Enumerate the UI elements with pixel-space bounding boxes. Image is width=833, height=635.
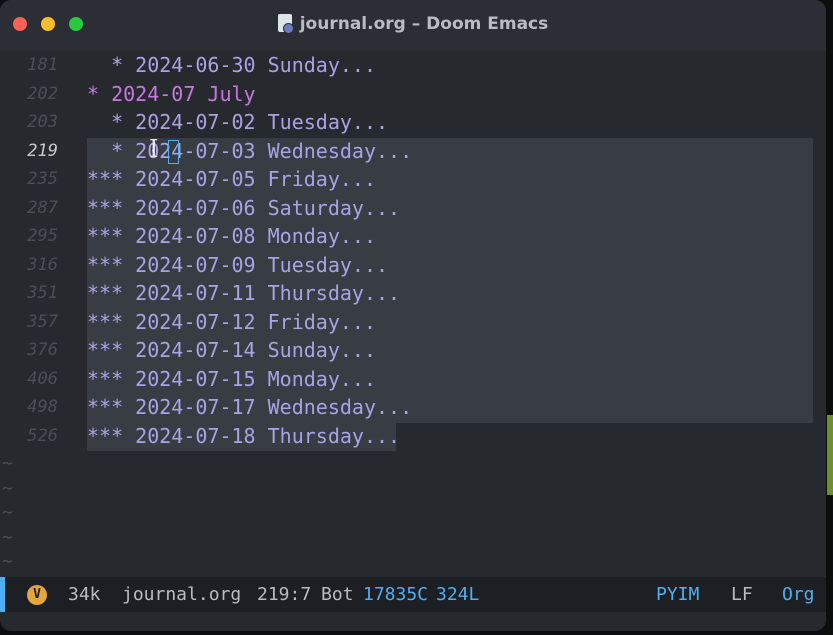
- heading-stars: ***: [87, 224, 124, 248]
- org-heading: *** 2024-07-06 Saturday...: [87, 194, 400, 222]
- mode-line-indicator: [0, 577, 5, 612]
- window-title-text: journal.org – Doom Emacs: [299, 14, 549, 34]
- heading-stars: ***: [87, 167, 124, 191]
- empty-line-tilde: ~: [2, 453, 13, 474]
- input-method[interactable]: PYIM: [656, 577, 699, 612]
- line-number: 376: [27, 340, 58, 360]
- buffer-line[interactable]: 219 * 2024-07-03 Wednesday...: [0, 137, 826, 165]
- org-heading: *** 2024-07-08 Monday...: [87, 222, 376, 250]
- desktop-edge: [826, 0, 833, 635]
- buffer-line[interactable]: 287 *** 2024-07-06 Saturday...: [0, 194, 826, 222]
- heading-text: 2024-07-02 Tuesday...: [123, 110, 389, 134]
- heading-text: 2024-07-05 Friday...: [123, 167, 376, 191]
- mouse-ibeam-icon: I: [149, 134, 159, 163]
- heading-stars: ***: [87, 366, 124, 391]
- org-heading: *** 2024-07-05 Friday...: [87, 165, 376, 193]
- evil-state-badge: V: [27, 585, 47, 605]
- buffer-line[interactable]: 351 *** 2024-07-11 Thursday...: [0, 279, 826, 307]
- org-heading: *** 2024-07-17 Wednesday...: [87, 393, 412, 421]
- empty-line-tilde: ~: [2, 526, 13, 548]
- heading-stars: ***: [87, 281, 124, 305]
- heading-text: 2024-07-14 Sunday...: [123, 338, 376, 362]
- heading-stars: ***: [87, 252, 124, 277]
- heading-stars: ***: [87, 195, 124, 220]
- buffer-line[interactable]: 316 *** 2024-07-09 Tuesday...: [0, 251, 826, 279]
- buffer-line[interactable]: 203 * 2024-07-02 Tuesday...: [0, 108, 826, 136]
- heading-stars: ***: [87, 395, 124, 419]
- line-number: 181: [27, 55, 58, 75]
- heading-stars: *: [87, 110, 124, 134]
- window-title: journal.org – Doom Emacs: [0, 14, 826, 34]
- buffer-line[interactable]: 202 * 2024-07 July: [0, 80, 826, 108]
- heading-stars: *: [87, 138, 124, 163]
- title-bar: journal.org – Doom Emacs: [0, 0, 826, 50]
- empty-line-tilde: ~: [2, 477, 13, 499]
- org-heading: * 2024-07-03 Wednesday...: [87, 137, 412, 165]
- org-heading: * 2024-07-02 Tuesday...: [87, 108, 388, 136]
- line-number: 498: [27, 397, 58, 417]
- line-number: 406: [27, 368, 58, 389]
- heading-stars: *: [87, 53, 124, 77]
- heading-text: 2024-07-15 Monday...: [123, 366, 376, 391]
- cursor-position: 219:7: [257, 584, 312, 605]
- emacs-window: journal.org – Doom Emacs 181 * 2024-06-3…: [0, 0, 826, 631]
- heading-stars: ***: [87, 309, 124, 334]
- empty-line-tilde: ~: [2, 551, 13, 572]
- heading-text: 2024-06-30 Sunday...: [123, 53, 376, 77]
- buffer-line[interactable]: 406 *** 2024-07-15 Monday...: [0, 365, 826, 393]
- buffer-line[interactable]: 526 *** 2024-07-18 Thursday...: [0, 422, 826, 450]
- org-heading: * 2024-06-30 Sunday...: [87, 51, 376, 79]
- org-heading: *** 2024-07-11 Thursday...: [87, 279, 400, 307]
- line-number: 287: [27, 197, 58, 218]
- empty-line-tilde: ~: [2, 502, 13, 523]
- buffer-name[interactable]: journal.org: [122, 577, 241, 612]
- org-heading: *** 2024-07-14 Sunday...: [87, 336, 376, 364]
- line-number: 202: [27, 83, 58, 104]
- scroll-position: Bot: [321, 584, 354, 605]
- heading-text: 2024-07-08 Monday...: [123, 224, 376, 248]
- heading-text: 2024-07-09 Tuesday...: [123, 252, 389, 277]
- major-mode[interactable]: Org: [782, 577, 815, 612]
- line-count: 324L: [436, 584, 480, 605]
- editor-buffer[interactable]: 181 * 2024-06-30 Sunday... 202 * 2024-07 J…: [0, 50, 826, 577]
- buffer-size: 34k: [68, 584, 101, 605]
- buffer-line[interactable]: 376 *** 2024-07-14 Sunday...: [0, 336, 826, 364]
- heading-text: 2024-07-18 Thursday...: [123, 423, 401, 448]
- eol-type[interactable]: LF: [731, 577, 753, 612]
- line-number: 295: [27, 226, 58, 246]
- org-heading: *** 2024-07-09 Tuesday...: [87, 251, 388, 279]
- line-number: 526: [27, 425, 58, 446]
- desktop-background-strip: [827, 415, 833, 495]
- buffer-line[interactable]: 357 *** 2024-07-12 Friday...: [0, 308, 826, 336]
- heading-text: 2024-07-11 Thursday...: [123, 281, 401, 305]
- line-number: 203: [27, 112, 58, 132]
- line-number: 219: [27, 140, 58, 161]
- heading-text: 2024-07-12 Friday...: [123, 309, 376, 334]
- buffer-line[interactable]: 181 * 2024-06-30 Sunday...: [0, 51, 826, 79]
- char-count: 17835C: [363, 584, 429, 605]
- document-icon: [277, 14, 294, 34]
- heading-stars: ***: [87, 338, 124, 362]
- heading-text: 2024-07 July: [99, 81, 256, 106]
- org-heading: *** 2024-07-18 Thursday...: [87, 422, 400, 450]
- buffer-line[interactable]: 235 *** 2024-07-05 Friday...: [0, 165, 826, 193]
- buffer-line[interactable]: 498 *** 2024-07-17 Wednesday...: [0, 393, 826, 421]
- heading-text: 2024-07-17 Wednesday...: [123, 395, 413, 419]
- heading-text: 2024-07-03 Wednesday...: [123, 138, 413, 163]
- org-heading: *** 2024-07-15 Monday...: [87, 365, 376, 393]
- line-number: 351: [27, 283, 58, 303]
- mode-line: V 34k journal.org 219:7 Bot 17835C 324L …: [0, 577, 826, 612]
- heading-stars: *: [87, 81, 100, 106]
- org-heading: *** 2024-07-12 Friday...: [87, 308, 376, 336]
- line-number: 357: [27, 311, 58, 332]
- line-number: 316: [27, 254, 58, 275]
- text-cursor: [168, 139, 179, 164]
- heading-text: 2024-07-06 Saturday...: [123, 195, 401, 220]
- heading-stars: ***: [87, 423, 124, 448]
- buffer-line[interactable]: 295 *** 2024-07-08 Monday...: [0, 222, 826, 250]
- org-heading: * 2024-07 July: [87, 80, 256, 108]
- line-number: 235: [27, 169, 58, 189]
